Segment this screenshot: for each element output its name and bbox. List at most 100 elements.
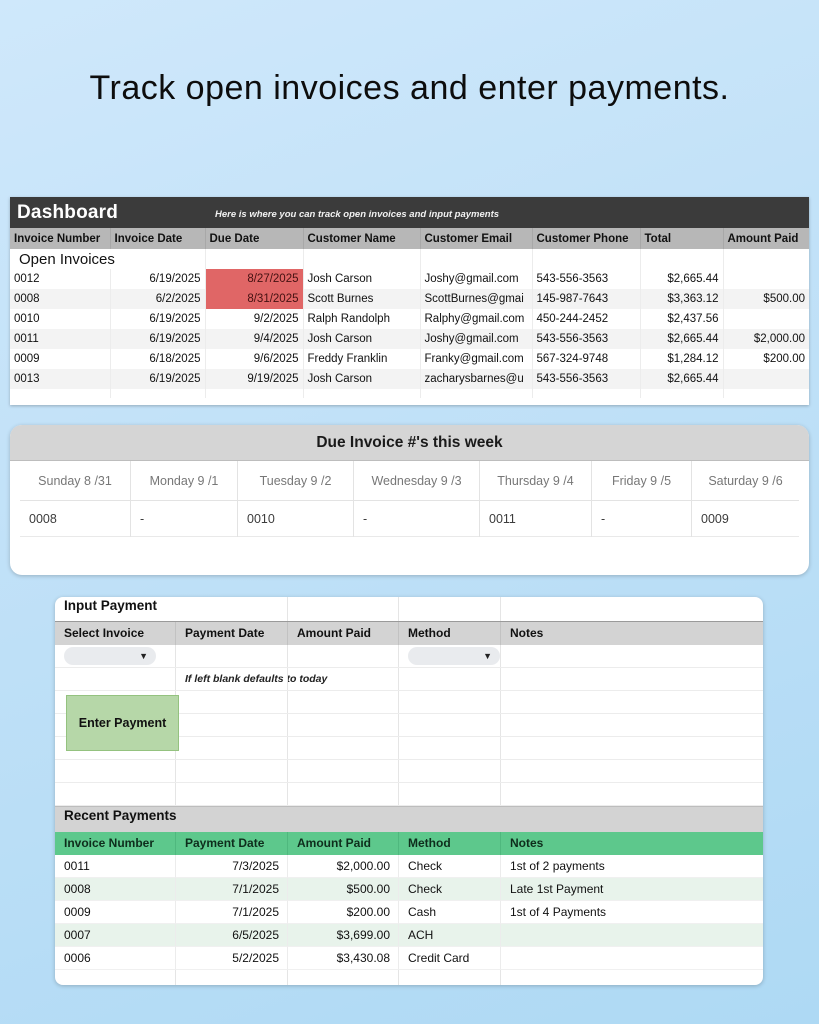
cell-invoice-date: 6/19/2025 (110, 329, 205, 349)
column-header-method: Method (398, 832, 500, 855)
payment-panel: Input Payment Select Invoice Payment Dat… (55, 597, 763, 985)
cell-invoice-date: 6/2/2025 (110, 289, 205, 309)
method-dropdown[interactable]: ▼ (408, 647, 500, 665)
cell-customer-email: zacharysbarnes@u (420, 369, 532, 389)
notes-cell[interactable] (500, 645, 763, 667)
cell-amount-paid: $2,000.00 (723, 329, 809, 349)
table-row: 0008 7/1/2025 $500.00 Check Late 1st Pay… (55, 878, 763, 901)
table-row: 0012 6/19/2025 8/27/2025 Josh Carson Jos… (10, 269, 809, 289)
cell-customer-name: Josh Carson (303, 369, 420, 389)
cell-total: $1,284.12 (640, 349, 723, 369)
column-header-customer-email: Customer Email (420, 228, 532, 249)
table-row: 0006 5/2/2025 $3,430.08 Credit Card (55, 947, 763, 970)
cell-customer-name: Scott Burnes (303, 289, 420, 309)
recent-payments-header-row: Invoice Number Payment Date Amount Paid … (55, 832, 763, 855)
table-row: 0008 6/2/2025 8/31/2025 Scott Burnes Sco… (10, 289, 809, 309)
enter-payment-button[interactable]: Enter Payment (66, 695, 179, 751)
payment-date-cell[interactable] (175, 645, 287, 667)
cell-amount-paid: $200.00 (723, 349, 809, 369)
open-invoices-label-row: Open Invoices (10, 249, 809, 269)
table-row: 0009 6/18/2025 9/6/2025 Freddy Franklin … (10, 349, 809, 369)
chevron-down-icon: ▼ (483, 652, 492, 661)
due-day-column: Sunday 8 /31 0008 (20, 461, 131, 537)
dashboard-panel: Dashboard Here is where you can track op… (10, 197, 809, 405)
cell-total: $2,665.44 (640, 329, 723, 349)
cell-method: Credit Card (398, 947, 500, 970)
cell-notes: Late 1st Payment (500, 878, 763, 901)
due-this-week-title: Due Invoice #'s this week (10, 425, 809, 461)
due-day-label: Monday 9 /1 (131, 461, 237, 501)
table-row: 0011 6/19/2025 9/4/2025 Josh Carson Josh… (10, 329, 809, 349)
cell-invoice-number: 0011 (10, 329, 110, 349)
recent-payments-title-row: Recent Payments (55, 806, 763, 832)
cell-total: $2,665.44 (640, 369, 723, 389)
cell-invoice-number: 0009 (55, 901, 175, 924)
cell-payment-date: 7/3/2025 (175, 855, 287, 878)
cell-due-date-overdue: 8/27/2025 (205, 269, 303, 289)
cell-invoice-number: 0009 (10, 349, 110, 369)
cell-due-date: 9/4/2025 (205, 329, 303, 349)
dashboard-title: Dashboard (10, 202, 118, 224)
cell-invoice-date: 6/19/2025 (110, 269, 205, 289)
cell-customer-email: ScottBurnes@gmai (420, 289, 532, 309)
cell-customer-phone: 450-244-2452 (532, 309, 640, 329)
column-header-amount-paid: Amount Paid (287, 622, 398, 645)
table-row: 0011 7/3/2025 $2,000.00 Check 1st of 2 p… (55, 855, 763, 878)
cell-method: Cash (398, 901, 500, 924)
column-header-notes: Notes (500, 832, 763, 855)
cell-amount-paid: $3,430.08 (287, 947, 398, 970)
column-header-amount-paid: Amount Paid (287, 832, 398, 855)
amount-paid-cell[interactable] (287, 645, 398, 667)
cell-method: ACH (398, 924, 500, 947)
table-row: 0010 6/19/2025 9/2/2025 Ralph Randolph R… (10, 309, 809, 329)
input-payment-hint-row: If left blank defaults to today (55, 668, 763, 691)
due-this-week-table: Sunday 8 /31 0008 Monday 9 /1 - Tuesday … (20, 461, 799, 537)
due-day-label: Tuesday 9 /2 (238, 461, 353, 501)
due-day-label: Wednesday 9 /3 (354, 461, 479, 501)
column-header-method: Method (398, 622, 500, 645)
cell-customer-email: Joshy@gmail.com (420, 329, 532, 349)
cell-method: Check (398, 878, 500, 901)
cell-invoice-number: 0008 (55, 878, 175, 901)
column-header-total: Total (640, 228, 723, 249)
cell-notes (500, 924, 763, 947)
cell-payment-date: 6/5/2025 (175, 924, 287, 947)
cell-customer-name: Josh Carson (303, 329, 420, 349)
table-row-empty (55, 970, 763, 985)
cell-due-date-overdue: 8/31/2025 (205, 289, 303, 309)
due-day-label: Saturday 9 /6 (692, 461, 799, 501)
cell-customer-name: Ralph Randolph (303, 309, 420, 329)
column-header-invoice-number: Invoice Number (10, 228, 110, 249)
cell-customer-phone: 145-987-7643 (532, 289, 640, 309)
cell-customer-name: Freddy Franklin (303, 349, 420, 369)
due-day-label: Sunday 8 /31 (20, 461, 130, 501)
cell-payment-date: 5/2/2025 (175, 947, 287, 970)
select-invoice-dropdown[interactable]: ▼ (64, 647, 156, 665)
table-row-empty (10, 389, 809, 398)
due-day-column: Saturday 9 /6 0009 (692, 461, 799, 537)
column-header-customer-phone: Customer Phone (532, 228, 640, 249)
cell-total: $2,437.56 (640, 309, 723, 329)
due-day-column: Wednesday 9 /3 - (354, 461, 480, 537)
due-day-value: 0009 (692, 501, 799, 537)
due-day-column: Friday 9 /5 - (592, 461, 692, 537)
cell-customer-email: Ralphy@gmail.com (420, 309, 532, 329)
column-header-customer-name: Customer Name (303, 228, 420, 249)
column-header-notes: Notes (500, 622, 763, 645)
cell-method: Check (398, 855, 500, 878)
column-header-due-date: Due Date (205, 228, 303, 249)
column-header-invoice-number: Invoice Number (55, 832, 175, 855)
cell-customer-phone: 543-556-3563 (532, 269, 640, 289)
cell-invoice-date: 6/19/2025 (110, 369, 205, 389)
cell-invoice-number: 0012 (10, 269, 110, 289)
dashboard-header: Dashboard Here is where you can track op… (10, 197, 809, 228)
cell-invoice-number: 0010 (10, 309, 110, 329)
cell-invoice-date: 6/18/2025 (110, 349, 205, 369)
page-background: Track open invoices and enter payments. … (0, 0, 819, 1024)
cell-amount-paid: $500.00 (723, 289, 809, 309)
cell-customer-phone: 567-324-9748 (532, 349, 640, 369)
input-payment-entry-row: ▼ ▼ (55, 645, 763, 668)
due-day-value: - (131, 501, 237, 537)
cell-customer-name: Josh Carson (303, 269, 420, 289)
column-header-invoice-date: Invoice Date (110, 228, 205, 249)
